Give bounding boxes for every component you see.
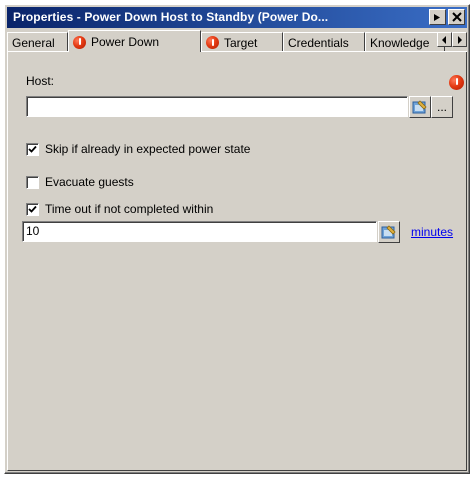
minutes-unit-link[interactable]: minutes — [411, 225, 453, 239]
host-input[interactable] — [26, 96, 408, 117]
close-icon — [451, 12, 462, 22]
tab-scroll-arrows — [437, 32, 467, 47]
skip-checkbox[interactable] — [26, 142, 39, 156]
close-button[interactable] — [448, 9, 465, 25]
tab-label: Credentials — [288, 35, 349, 50]
tab-label: Target — [224, 35, 258, 50]
tab-strip: General Power Down Target Credentials Kn… — [7, 30, 467, 52]
error-icon — [73, 35, 86, 49]
timeout-input[interactable]: 10 — [22, 221, 377, 242]
variable-picker-icon — [412, 100, 427, 114]
evacuate-checkbox-row[interactable]: Evacuate guests — [26, 175, 134, 189]
tab-label: Knowledge — [370, 35, 430, 50]
variable-picker-icon — [381, 225, 396, 239]
tab-scroll-right-button[interactable] — [452, 32, 467, 47]
skip-checkbox-row[interactable]: Skip if already in expected power state — [26, 142, 250, 156]
host-label: Host: — [26, 74, 55, 88]
title-bar[interactable]: Properties - Power Down Host to Standby … — [7, 7, 467, 28]
timeout-checkbox-label: Time out if not completed within — [45, 202, 214, 216]
scroll-left-icon — [442, 35, 446, 44]
tab-scroll-left-button[interactable] — [437, 32, 452, 47]
scroll-right-icon — [458, 35, 462, 44]
tab-power-down[interactable]: Power Down — [68, 30, 201, 52]
timeout-checkbox-row[interactable]: Time out if not completed within — [26, 202, 213, 216]
evacuate-checkbox-label: Evacuate guests — [45, 175, 134, 189]
power-down-panel: Host: ... Skip if already in expected po… — [7, 52, 467, 471]
properties-window: Properties - Power Down Host to Standby … — [4, 4, 470, 474]
host-error-indicator — [449, 74, 464, 90]
tab-target[interactable]: Target — [201, 32, 283, 52]
tab-label: Power Down — [91, 35, 160, 49]
error-icon — [206, 36, 219, 49]
timeout-variable-button[interactable] — [378, 221, 400, 243]
error-icon — [449, 74, 464, 90]
skip-checkbox-label: Skip if already in expected power state — [45, 142, 251, 156]
host-variable-button[interactable] — [409, 96, 431, 118]
pin-icon — [434, 13, 440, 21]
tab-general[interactable]: General — [7, 32, 68, 52]
tab-knowledge[interactable]: Knowledge — [365, 32, 445, 52]
timeout-checkbox[interactable] — [26, 202, 39, 216]
window-title: Properties - Power Down Host to Standby … — [13, 10, 329, 24]
host-browse-button[interactable]: ... — [431, 96, 453, 118]
tab-credentials[interactable]: Credentials — [283, 32, 365, 52]
browse-label: ... — [436, 100, 447, 114]
pin-button[interactable] — [429, 9, 446, 25]
checkmark-icon — [28, 205, 37, 213]
tab-label: General — [12, 35, 55, 50]
evacuate-checkbox[interactable] — [26, 175, 39, 189]
checkmark-icon — [28, 145, 37, 153]
